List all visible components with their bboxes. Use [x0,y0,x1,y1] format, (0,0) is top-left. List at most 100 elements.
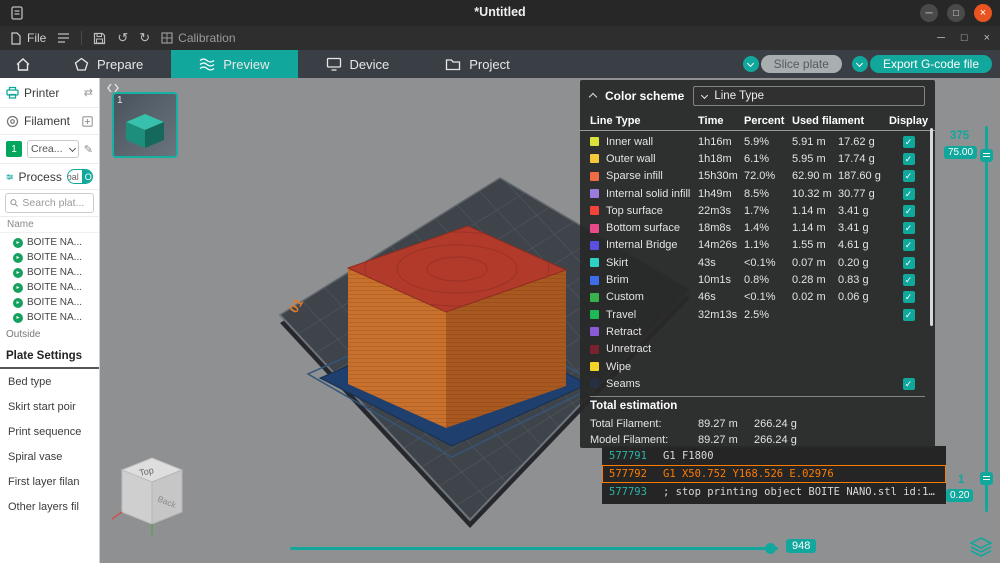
plate-setting-label[interactable]: Print sequence [0,419,99,444]
plate-setting-label[interactable]: Spiral vase [0,444,99,469]
printer-section[interactable]: Printer ⇄ [0,78,99,108]
line-type-swatch [590,362,599,371]
object-tree-item[interactable]: ▸ BOITE NA... [13,310,99,325]
object-visibility-icon[interactable]: ▸ [13,313,23,323]
add-filament-icon[interactable] [82,116,93,127]
object-tree-item[interactable]: ▸ BOITE NA... [13,280,99,295]
titlebar: *Untitled ─ □ × [0,0,1000,26]
filament-section[interactable]: Filament [0,108,99,135]
display-checkbox[interactable]: ✓ [903,239,915,251]
list-icon[interactable] [57,32,70,44]
line-type-time: 1h49m [698,188,744,200]
object-tree-item[interactable]: ▸ BOITE NA... [13,235,99,250]
layers-icon[interactable] [970,537,992,557]
object-visibility-icon[interactable]: ▸ [13,298,23,308]
slice-plate-button[interactable]: Slice plate [761,55,842,73]
undo-icon[interactable]: ↺ [117,30,128,46]
bottom-layer-number: 1 [958,474,964,486]
table-row: Retract ✓ [580,323,935,340]
minimize-button[interactable]: ─ [920,4,938,22]
line-type-percent: 1.4% [744,222,792,234]
plate-setting-label[interactable]: Other layers fil [0,494,99,519]
plate-setting-label[interactable]: Bed type [0,369,99,394]
gcode-line[interactable]: 577792 G1 X50.752 Y168.526 E.02976 [602,465,946,483]
window-restore-icon[interactable]: □ [961,32,968,44]
display-checkbox[interactable]: ✓ [903,136,915,148]
slice-options-chevron[interactable] [743,56,759,72]
tab-project[interactable]: Project [417,50,537,78]
filament-preset-select[interactable]: Crea... [27,140,79,158]
printer-sync-icon[interactable]: ⇄ [84,86,93,99]
display-checkbox[interactable]: ✓ [903,188,915,200]
object-tree-item[interactable]: ▸ BOITE NA... [13,295,99,310]
plate-search[interactable] [5,193,94,213]
plate-setting-label[interactable]: First layer filan [0,469,99,494]
display-checkbox[interactable]: ✓ [903,274,915,286]
display-checkbox[interactable]: ✓ [903,291,915,303]
object-name: BOITE NA... [27,267,82,278]
layer-slider-track[interactable] [985,126,988,512]
moves-slider-track[interactable] [290,547,778,550]
process-objects-option[interactable]: Obj [82,170,92,183]
line-type-time: 32m13s [698,309,744,321]
display-checkbox[interactable]: ✓ [903,153,915,165]
plate-setting-label[interactable]: Skirt start poir [0,394,99,419]
object-tree-item[interactable]: ▸ BOITE NA... [13,250,99,265]
tab-prepare[interactable]: Prepare [46,50,171,78]
save-icon[interactable] [93,32,106,45]
line-type-percent: 1.1% [744,239,792,251]
line-type-swatch [590,224,599,233]
display-checkbox[interactable]: ✓ [903,257,915,269]
search-icon [10,198,18,208]
line-type-swatch [590,137,599,146]
display-checkbox[interactable]: ✓ [903,309,915,321]
panel-scrollbar[interactable] [930,128,933,326]
search-input[interactable] [22,197,89,209]
color-scheme-panel: Color scheme Line Type Line Type Time Pe… [580,80,935,448]
moves-slider[interactable] [290,544,778,554]
moves-slider-handle[interactable] [765,543,776,554]
gcode-line[interactable]: 577793 ; stop printing object BOITE NANO… [602,483,946,501]
gcode-line-number: 577791 [609,450,655,462]
tab-project-label: Project [469,57,509,72]
display-checkbox[interactable]: ✓ [903,378,915,390]
layer-slider-top-handle[interactable] [980,149,993,162]
process-global-option[interactable]: Global [68,170,82,183]
prepare-icon [74,57,89,72]
tab-device[interactable]: Device [298,50,418,78]
calibration-menu[interactable]: Calibration [161,31,235,45]
process-section[interactable]: Process Global Obj [0,163,99,190]
edit-filament-icon[interactable]: ✎ [84,143,93,156]
view-mode-select[interactable]: Line Type [693,86,925,106]
close-button[interactable]: × [974,4,992,22]
object-tree-item[interactable]: ▸ BOITE NA... [13,265,99,280]
object-visibility-icon[interactable]: ▸ [13,283,23,293]
line-type-name: Internal Bridge [606,239,698,251]
display-checkbox[interactable]: ✓ [903,205,915,217]
object-name: BOITE NA... [27,252,82,263]
home-tab[interactable] [0,50,46,78]
tab-preview[interactable]: Preview [171,50,297,78]
object-visibility-icon[interactable]: ▸ [13,268,23,278]
line-type-name: Retract [606,326,698,338]
layer-slider-bottom-handle[interactable] [980,472,993,485]
window-minimize-icon[interactable]: ─ [937,32,945,44]
window-close-icon[interactable]: × [984,32,990,44]
collapse-panel-icon[interactable] [589,93,597,101]
export-options-chevron[interactable] [852,56,868,72]
filament-color-badge[interactable]: 1 [6,141,22,157]
line-type-length: 1.55 m [792,239,838,251]
object-visibility-icon[interactable]: ▸ [13,253,23,263]
process-scope-toggle[interactable]: Global Obj [67,169,93,184]
plate-thumbnail[interactable]: 1 [112,92,178,158]
gcode-line[interactable]: 577791 G1 F1800 [602,447,946,465]
table-row: Unretract ✓ [580,341,935,358]
display-checkbox[interactable]: ✓ [903,170,915,182]
maximize-button[interactable]: □ [947,4,965,22]
display-checkbox[interactable]: ✓ [903,222,915,234]
line-type-table: Inner wall 1h16m 5.9% 5.91 m 17.62 g ✓ O… [580,133,935,392]
object-visibility-icon[interactable]: ▸ [13,238,23,248]
redo-icon[interactable]: ↻ [139,30,150,46]
export-gcode-button[interactable]: Export G-code file [870,55,992,73]
file-menu[interactable]: File [10,31,46,45]
